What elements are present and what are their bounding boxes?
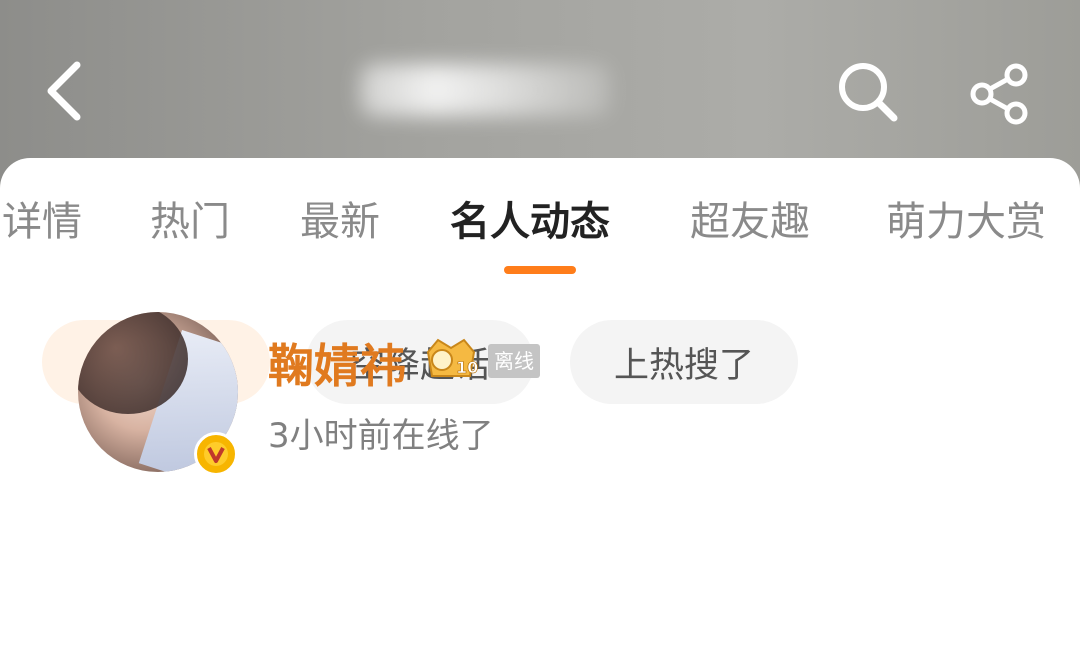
share-icon <box>970 63 1028 125</box>
tab-bar: 详情 热门 最新 名人动态 超友趣 萌力大赏 <box>0 194 1080 264</box>
tab-details[interactable]: 详情 <box>2 194 82 264</box>
username[interactable]: 鞠婧祎 <box>268 330 406 396</box>
tab-cute-awards[interactable]: 萌力大赏 <box>886 194 1046 264</box>
chevron-left-icon <box>47 61 81 121</box>
blurred-title <box>360 64 610 116</box>
tab-hot[interactable]: 热门 <box>150 194 230 264</box>
offline-status-tag: 离线 <box>488 344 540 378</box>
back-button[interactable] <box>28 56 98 126</box>
last-online-text: 3小时前在线了 <box>268 416 494 456</box>
level-crown-icon: 10 <box>422 336 480 382</box>
share-button[interactable] <box>962 56 1038 132</box>
search-icon <box>839 63 898 122</box>
page: 详情 热门 最新 名人动态 超友趣 萌力大赏 名人动态 空降超话 上热搜了 鞠婧… <box>0 0 1080 658</box>
chip-trending[interactable]: 上热搜了 <box>570 320 798 404</box>
tab-super-fun[interactable]: 超友趣 <box>690 194 810 264</box>
active-tab-indicator <box>504 266 576 274</box>
svg-text:10: 10 <box>456 358 478 377</box>
search-button[interactable] <box>832 56 904 128</box>
tab-celebrity-feed[interactable]: 名人动态 <box>450 194 610 264</box>
verified-v-icon <box>194 432 238 476</box>
tab-latest[interactable]: 最新 <box>300 194 380 264</box>
